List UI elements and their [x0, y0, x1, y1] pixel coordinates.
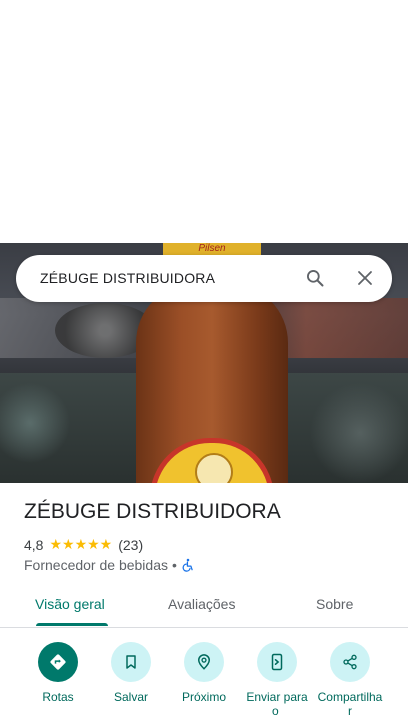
search-bar[interactable]: ZÉBUGE DISTRIBUIDORA: [16, 255, 392, 302]
tab-about[interactable]: Sobre: [316, 596, 353, 612]
send-to-phone-button[interactable]: Enviar para o: [240, 642, 314, 718]
directions-icon: [38, 642, 78, 682]
share-icon: [330, 642, 370, 682]
rating-value: 4,8: [24, 536, 44, 553]
save-label: Salvar: [113, 690, 148, 704]
send-to-phone-icon: [257, 642, 297, 682]
directions-button[interactable]: Rotas: [21, 642, 95, 704]
place-category: Fornecedor de bebidas: [24, 557, 168, 573]
tab-overview[interactable]: Visão geral: [35, 596, 105, 612]
nearby-label: Próximo: [181, 690, 226, 704]
search-icon[interactable]: [305, 268, 325, 288]
review-count[interactable]: (23): [118, 537, 143, 553]
wheelchair-icon: [182, 558, 193, 572]
category-row: Fornecedor de bebidas •: [24, 557, 195, 573]
nearby-button[interactable]: Próximo: [167, 642, 241, 704]
nearby-icon: [184, 642, 224, 682]
active-tab-indicator: [36, 623, 108, 626]
rating-stars: ★★★★★: [49, 536, 113, 552]
save-button[interactable]: Salvar: [94, 642, 168, 704]
tab-reviews[interactable]: Avaliações: [168, 596, 235, 612]
separator: •: [172, 557, 177, 573]
close-icon[interactable]: [356, 269, 374, 287]
bottle-emblem: [195, 453, 233, 483]
place-title: ZÉBUGE DISTRIBUIDORA: [24, 500, 281, 523]
place-tabs: Visão geral Avaliações Sobre: [0, 583, 408, 628]
share-button[interactable]: Compartilha r: [313, 642, 387, 718]
bookmark-icon: [111, 642, 151, 682]
share-label: Compartilha r: [317, 690, 383, 718]
rating-row[interactable]: 4,8 ★★★★★ (23): [24, 536, 143, 553]
directions-label: Rotas: [42, 690, 74, 704]
search-query[interactable]: ZÉBUGE DISTRIBUIDORA: [40, 270, 215, 286]
send-to-phone-label: Enviar para o: [246, 690, 308, 718]
